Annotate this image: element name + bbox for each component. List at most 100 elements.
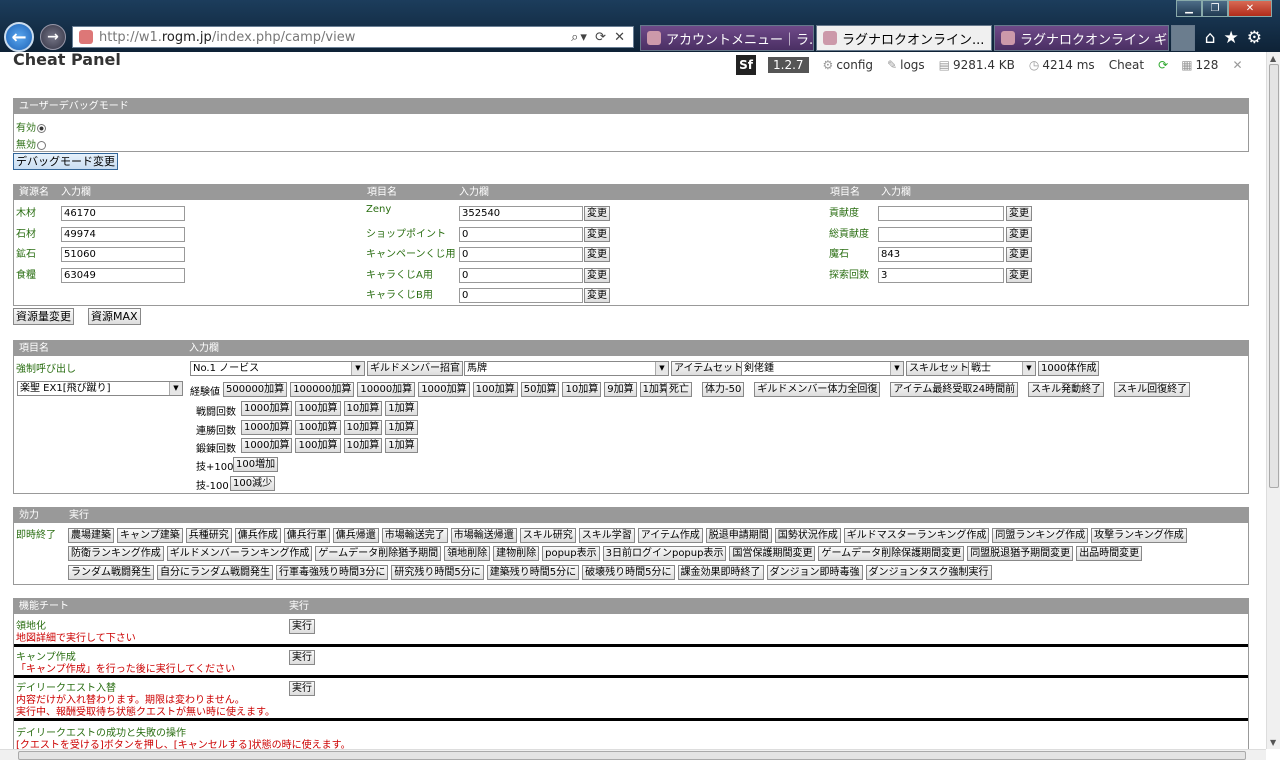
effect-execute-button[interactable]: 市場輸送帰還: [450, 528, 517, 543]
skill-minus-100-button[interactable]: 100減少: [230, 476, 276, 491]
debug-mode-change-button[interactable]: デバッグモード変更: [13, 153, 118, 170]
effect-execute-button[interactable]: 兵種研究: [185, 528, 232, 543]
effect-execute-button[interactable]: 国勢状況作成: [774, 528, 841, 543]
scroll-down-arrow-icon[interactable]: ▼: [1270, 738, 1276, 747]
scroll-thumb[interactable]: [1269, 64, 1279, 488]
favorites-star-icon[interactable]: ★: [1224, 28, 1247, 48]
warrior-select[interactable]: 戦士 ▼: [968, 361, 1036, 376]
effect-execute-button[interactable]: 建築残り時間5分に: [486, 565, 580, 580]
effect-execute-button[interactable]: ゲームデータ削除保護期間変更: [818, 546, 965, 561]
address-controls-icon[interactable]: ⌕▾ ⟳ ✕: [571, 30, 627, 45]
debug-disabled-option[interactable]: 無効: [16, 136, 46, 151]
resource-input[interactable]: 63049: [61, 267, 185, 283]
novice-select[interactable]: No.1 ノービス ▼: [190, 361, 365, 376]
effect-execute-button[interactable]: 同盟ランキング作成: [992, 528, 1089, 543]
debug-enabled-option[interactable]: 有効: [16, 119, 46, 134]
resource-input[interactable]: 352540: [459, 206, 583, 221]
count-add-button[interactable]: 10加算: [343, 401, 383, 416]
exp-add-button[interactable]: 100000加算: [290, 382, 355, 397]
vertical-scrollbar[interactable]: ▲ ▼: [1266, 52, 1280, 749]
restore-button[interactable]: ❐: [1202, 0, 1228, 17]
effect-execute-button[interactable]: ランダム戦闘発生: [68, 565, 154, 580]
close-window-button[interactable]: ✕: [1228, 0, 1272, 17]
exp-add-button[interactable]: 500000加算: [223, 382, 288, 397]
guild-member-invite-button[interactable]: ギルドメンバー招官: [367, 361, 463, 376]
resource-input[interactable]: 3: [878, 267, 1004, 283]
resource-change-button[interactable]: 変更: [584, 247, 610, 262]
tab-ragnarok-guild[interactable]: ラグナロクオンライン ギ...: [994, 25, 1169, 51]
resource-input[interactable]: 0: [459, 247, 583, 262]
effect-execute-button[interactable]: ギルドマスターランキング作成: [843, 528, 990, 543]
resource-change-button[interactable]: 変更: [1006, 247, 1032, 262]
effect-execute-button[interactable]: 破壊残り時間5分に: [582, 565, 675, 580]
count-add-button[interactable]: 1000加算: [241, 401, 293, 416]
resource-change-button[interactable]: 変更: [584, 206, 610, 221]
forward-button[interactable]: →: [40, 24, 66, 50]
new-tab-button[interactable]: [1171, 25, 1195, 51]
territory-execute-button[interactable]: 実行: [289, 619, 315, 634]
skill-set-button[interactable]: スキルセット: [906, 361, 972, 376]
resource-input[interactable]: 49974: [61, 226, 185, 242]
resource-input[interactable]: 51060: [61, 247, 185, 262]
effect-execute-button[interactable]: 領地削除: [444, 546, 491, 561]
effect-execute-button[interactable]: 傭兵作成: [234, 528, 281, 543]
config-link[interactable]: config: [836, 58, 873, 72]
resource-change-button[interactable]: 変更: [1006, 206, 1032, 221]
resource-input[interactable]: [878, 226, 1004, 242]
scroll-up-arrow-icon[interactable]: ▲: [1270, 54, 1276, 63]
count-add-button[interactable]: 1000加算: [241, 419, 293, 435]
effect-execute-button[interactable]: キャンプ建築: [117, 528, 183, 543]
home-icon[interactable]: ⌂: [1205, 28, 1224, 48]
exp-add-button[interactable]: 9加算: [604, 382, 637, 397]
resource-input[interactable]: 0: [459, 267, 583, 283]
effect-execute-button[interactable]: 農場建築: [68, 528, 114, 543]
refresh-icon[interactable]: ⟳: [1158, 58, 1168, 72]
resource-change-button[interactable]: 変更: [584, 226, 610, 242]
count-add-button[interactable]: 100加算: [295, 419, 341, 435]
player-action-button[interactable]: 死亡: [666, 382, 692, 397]
effect-execute-button[interactable]: 研究残り時間5分に: [391, 565, 484, 580]
effect-execute-button[interactable]: 傭兵帰還: [332, 528, 379, 543]
effect-execute-button[interactable]: 出品時間変更: [1076, 546, 1143, 561]
effect-execute-button[interactable]: 脱退申請期間: [705, 528, 772, 543]
effect-execute-button[interactable]: スキル学習: [578, 528, 635, 543]
address-bar[interactable]: http://w1.rogm.jp/index.php/camp/view ⌕▾…: [72, 26, 634, 48]
effect-execute-button[interactable]: 課金効果即時終了: [677, 565, 764, 580]
effect-execute-button[interactable]: アイテム作成: [637, 528, 703, 543]
effect-execute-button[interactable]: 3日前ログインpopup表示: [602, 546, 727, 561]
effect-execute-button[interactable]: ゲームデータ削除猶予期間: [315, 546, 442, 561]
radio-disabled[interactable]: [37, 140, 46, 150]
effect-execute-button[interactable]: ダンジョン即時毒強: [766, 565, 863, 580]
resource-change-button[interactable]: 変更: [584, 267, 610, 283]
effect-execute-button[interactable]: 建物削除: [493, 546, 540, 561]
logs-link[interactable]: logs: [900, 58, 925, 72]
player-action-button[interactable]: スキル回復終了: [1114, 382, 1191, 397]
count-add-button[interactable]: 1加算: [385, 401, 418, 416]
horizontal-scrollbar[interactable]: [0, 749, 1266, 760]
resource-change-button[interactable]: 変更: [1006, 267, 1032, 283]
effect-execute-button[interactable]: 攻撃ランキング作成: [1091, 528, 1187, 543]
skill-plus-100-button[interactable]: 100増加: [233, 457, 279, 472]
resource-input[interactable]: 0: [459, 288, 583, 303]
sword-select[interactable]: 剣佬鍾 ▼: [741, 361, 904, 376]
tab-account-menu[interactable]: アカウントメニュー｜ラ...: [640, 25, 814, 51]
resource-max-button[interactable]: 資源MAX: [88, 308, 141, 325]
effect-execute-button[interactable]: ギルドメンバーランキング作成: [166, 546, 313, 561]
resource-input[interactable]: 46170: [61, 206, 185, 221]
count-add-button[interactable]: 1000加算: [241, 438, 293, 453]
minimize-button[interactable]: ▁: [1176, 0, 1202, 17]
settings-gear-icon[interactable]: ⚙: [1247, 28, 1270, 48]
daily-quest-execute-button[interactable]: 実行: [289, 681, 315, 696]
player-action-button[interactable]: 体力-50: [702, 382, 745, 397]
count-add-button[interactable]: 100加算: [295, 401, 341, 416]
effect-execute-button[interactable]: 防衛ランキング作成: [68, 546, 164, 561]
count-add-button[interactable]: 1加算: [385, 419, 418, 435]
url-text[interactable]: http://w1.rogm.jp/index.php/camp/view: [99, 30, 571, 45]
effect-execute-button[interactable]: popup表示: [542, 546, 600, 561]
effect-execute-button[interactable]: スキル研究: [519, 528, 576, 543]
tab-ragnarok-active[interactable]: ラグナロクオンライン...✕: [816, 25, 992, 51]
radio-enabled[interactable]: [37, 123, 46, 133]
exp-add-button[interactable]: 50加算: [520, 382, 560, 397]
effect-execute-button[interactable]: 傭兵行軍: [283, 528, 330, 543]
resource-change-button[interactable]: 変更: [584, 288, 610, 303]
